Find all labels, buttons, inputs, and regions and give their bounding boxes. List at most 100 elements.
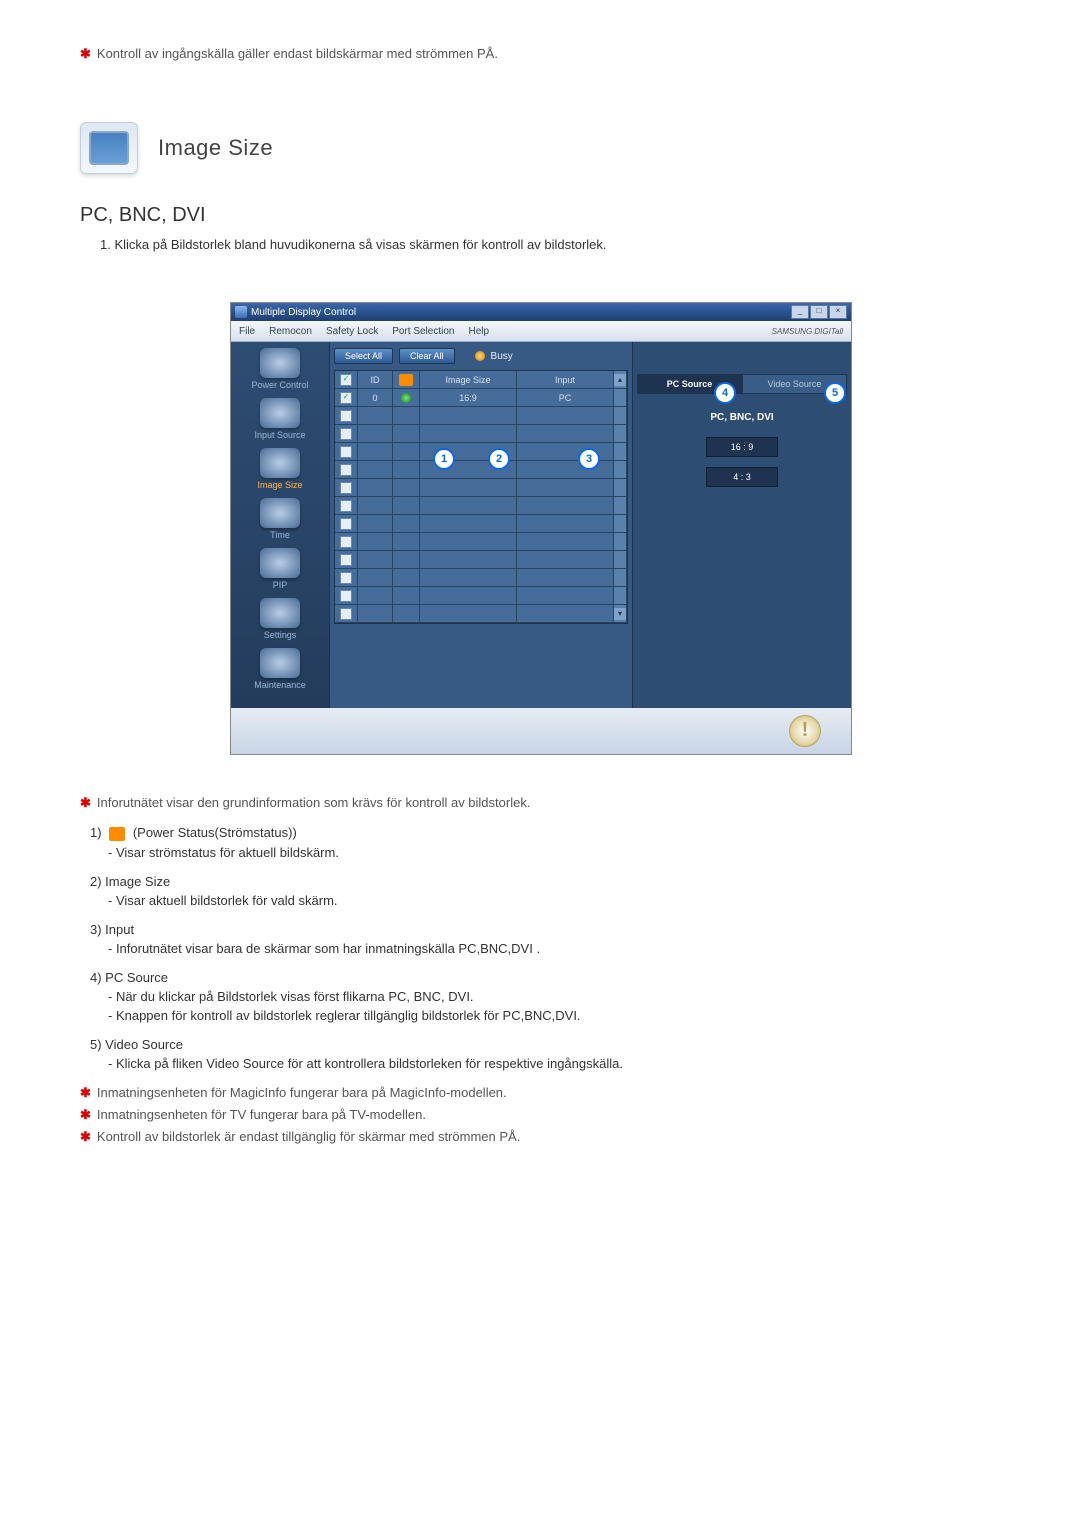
callout-4: 4 xyxy=(714,382,736,404)
row-checkbox[interactable] xyxy=(340,554,352,566)
minimize-button[interactable]: _ xyxy=(791,305,809,319)
menu-port-selection[interactable]: Port Selection xyxy=(392,326,454,337)
expl-1-text: (Power Status(Strömstatus)) xyxy=(133,825,297,840)
expl-5-sub: - Klicka på fliken Video Source för att … xyxy=(108,1056,1000,1071)
row-checkbox[interactable] xyxy=(340,572,352,584)
explanation-list: ✱ Inforutnätet visar den grundinformation… xyxy=(80,795,1000,1145)
sidebar-item-pip[interactable]: PIP xyxy=(237,548,323,590)
scrollbar-bottom: ▾ xyxy=(614,605,627,623)
window-title: Multiple Display Control xyxy=(251,307,356,318)
row0-checkbox[interactable] xyxy=(340,392,352,404)
row-checkbox[interactable] xyxy=(340,500,352,512)
sidebar-label-settings: Settings xyxy=(264,630,297,640)
expl-4-sub2: - Knappen för kontroll av bildstorlek re… xyxy=(108,1008,1000,1023)
input-source-icon xyxy=(260,398,300,428)
row-checkbox[interactable] xyxy=(340,608,352,620)
clear-all-button[interactable]: Clear All xyxy=(399,348,455,364)
settings-icon xyxy=(260,598,300,628)
footnote-1: ✱Inmatningsenheten för MagicInfo fungera… xyxy=(80,1085,1000,1101)
callout-1: 1 xyxy=(433,448,455,470)
scrollbar-track: ▴ xyxy=(614,371,627,389)
col-header-checkbox[interactable] xyxy=(335,371,358,389)
row-checkbox[interactable] xyxy=(340,464,352,476)
footnote-3-text: Kontroll av bildstorlek är endast tillgä… xyxy=(97,1129,520,1144)
footnote-3: ✱Kontroll av bildstorlek är endast tillg… xyxy=(80,1129,1000,1145)
subheading: PC, BNC, DVI xyxy=(80,204,1000,227)
row-checkbox[interactable] xyxy=(340,446,352,458)
menu-safety-lock[interactable]: Safety Lock xyxy=(326,326,378,337)
busy-label: Busy xyxy=(491,351,513,362)
maximize-button[interactable]: □ xyxy=(810,305,828,319)
row0-power xyxy=(393,389,420,407)
scrollbar-cell[interactable] xyxy=(614,389,627,407)
grid-pane: Select All Clear All Busy ID Image Size … xyxy=(329,342,633,708)
row0-power-led-icon xyxy=(401,393,411,403)
select-all-button[interactable]: Select All xyxy=(334,348,393,364)
expl-item-3: 3) Input xyxy=(90,922,1000,937)
col-header-power xyxy=(393,371,420,389)
scroll-down-button[interactable]: ▾ xyxy=(614,608,626,620)
mdc-app-window: Multiple Display Control _ □ × File Remo… xyxy=(230,302,852,755)
ratio-16-9-button[interactable]: 16 : 9 xyxy=(706,437,778,457)
image-size-icon xyxy=(260,448,300,478)
section-header: Image Size xyxy=(80,122,1000,174)
sidebar-item-time[interactable]: Time xyxy=(237,498,323,540)
star-icon: ✱ xyxy=(80,1107,91,1122)
sidebar-item-maintenance[interactable]: Maintenance xyxy=(237,648,323,690)
menu-file[interactable]: File xyxy=(239,326,255,337)
sidebar-label-time: Time xyxy=(270,530,290,540)
sidebar-item-image-size[interactable]: Image Size xyxy=(237,448,323,490)
star-icon: ✱ xyxy=(80,1085,91,1100)
col-header-image-size: Image Size xyxy=(420,371,517,389)
app-icon xyxy=(235,306,247,318)
sidebar-item-input-source[interactable]: Input Source xyxy=(237,398,323,440)
expl-intro-text: Inforutnätet visar den grundinformation … xyxy=(97,795,531,810)
sidebar-item-power-control[interactable]: Power Control xyxy=(237,348,323,390)
ratio-4-3-button[interactable]: 4 : 3 xyxy=(706,467,778,487)
close-button[interactable]: × xyxy=(829,305,847,319)
sidebar-label-power-control: Power Control xyxy=(251,380,308,390)
info-icon: ! xyxy=(789,715,821,747)
time-icon xyxy=(260,498,300,528)
right-pane-title: PC, BNC, DVI xyxy=(637,412,847,423)
right-pane: PC Source Video Source PC, BNC, DVI 16 :… xyxy=(633,342,851,708)
star-icon: ✱ xyxy=(80,46,91,61)
display-grid: ID Image Size Input ▴ 0 16:9 PC xyxy=(334,370,628,624)
row-checkbox[interactable] xyxy=(340,410,352,422)
menu-remocon[interactable]: Remocon xyxy=(269,326,312,337)
expl-1-label: 1) xyxy=(90,825,102,840)
expl-item-2: 2) Image Size xyxy=(90,874,1000,889)
menu-help[interactable]: Help xyxy=(468,326,489,337)
expl-4-sub1: - När du klickar på Bildstorlek visas fö… xyxy=(108,989,1000,1004)
star-icon: ✱ xyxy=(80,795,91,810)
menubar: File Remocon Safety Lock Port Selection … xyxy=(231,321,851,342)
power-header-icon xyxy=(399,374,413,386)
maintenance-icon xyxy=(260,648,300,678)
row-checkbox[interactable] xyxy=(340,590,352,602)
sidebar-item-settings[interactable]: Settings xyxy=(237,598,323,640)
col-header-input: Input xyxy=(517,371,614,389)
expl-1-sub: - Visar strömstatus för aktuell bildskär… xyxy=(108,845,1000,860)
row0-checkbox-cell[interactable] xyxy=(335,389,358,407)
row0-image-size: 16:9 xyxy=(420,389,517,407)
header-checkbox[interactable] xyxy=(340,374,352,386)
expl-3-sub: - Inforutnätet visar bara de skärmar som… xyxy=(108,941,1000,956)
power-control-icon xyxy=(260,348,300,378)
step-1: 1. Klicka på Bildstorlek bland huvudikon… xyxy=(100,237,1000,252)
intro-note-text: Kontroll av ingångskälla gäller endast b… xyxy=(97,46,498,61)
expl-item-1: 1) (Power Status(Strömstatus)) xyxy=(90,825,1000,841)
row-checkbox[interactable] xyxy=(340,518,352,530)
expl-item-4: 4) PC Source xyxy=(90,970,1000,985)
busy-indicator-icon xyxy=(475,351,485,361)
footnote-2-text: Inmatningsenheten för TV fungerar bara p… xyxy=(97,1107,426,1122)
row-checkbox[interactable] xyxy=(340,482,352,494)
sidebar-label-input-source: Input Source xyxy=(254,430,305,440)
sidebar-label-image-size: Image Size xyxy=(257,480,302,490)
expl-2-sub: - Visar aktuell bildstorlek för vald skä… xyxy=(108,893,1000,908)
titlebar: Multiple Display Control _ □ × xyxy=(231,303,851,321)
section-title: Image Size xyxy=(158,135,273,161)
sidebar-label-maintenance: Maintenance xyxy=(254,680,306,690)
row-checkbox[interactable] xyxy=(340,536,352,548)
row-checkbox[interactable] xyxy=(340,428,352,440)
scroll-up-button[interactable]: ▴ xyxy=(614,374,626,386)
